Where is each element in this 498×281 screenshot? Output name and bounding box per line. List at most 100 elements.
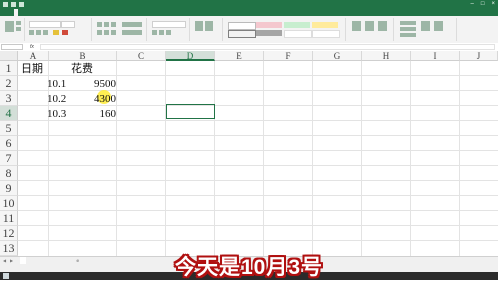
cell-b4[interactable]: 160 xyxy=(62,107,117,122)
row-header-9[interactable]: 9 xyxy=(0,181,18,196)
save-icon[interactable] xyxy=(3,2,8,7)
title-bar: – □ × xyxy=(0,0,498,9)
sort-filter-icon[interactable] xyxy=(421,21,430,31)
currency-icon[interactable] xyxy=(152,30,157,35)
gridline xyxy=(18,195,498,196)
column-header-f[interactable]: F xyxy=(264,51,313,61)
conditional-formatting-icon[interactable] xyxy=(195,21,203,31)
font-group xyxy=(27,18,92,41)
column-header-h[interactable]: H xyxy=(362,51,411,61)
alignment-group xyxy=(94,18,147,41)
cell-a1[interactable]: 日期 xyxy=(21,62,43,77)
row-header-5[interactable]: 5 xyxy=(0,121,18,136)
copy-icon[interactable] xyxy=(16,27,21,31)
editing-group xyxy=(396,18,457,41)
gridline xyxy=(18,240,498,241)
style-calculation[interactable] xyxy=(228,30,256,38)
style-good[interactable] xyxy=(284,22,310,28)
comma-icon[interactable] xyxy=(166,30,171,35)
style-explanatory[interactable] xyxy=(284,30,312,38)
paste-icon[interactable] xyxy=(5,21,14,32)
style-bad[interactable] xyxy=(256,22,282,28)
row-header-11[interactable]: 11 xyxy=(0,211,18,226)
column-header-d[interactable]: D xyxy=(166,51,215,61)
format-as-table-icon[interactable] xyxy=(205,21,213,31)
align-right-icon[interactable] xyxy=(111,30,116,35)
clear-icon[interactable] xyxy=(400,33,416,37)
cell-styles-group xyxy=(225,18,346,41)
row-header-12[interactable]: 12 xyxy=(0,226,18,241)
undo-icon[interactable] xyxy=(11,2,16,7)
video-caption: 今天是10月3号 xyxy=(174,256,324,279)
active-cell-d4[interactable] xyxy=(166,104,215,119)
format-cells-icon[interactable] xyxy=(378,21,387,31)
gridline xyxy=(18,225,498,226)
italic-icon[interactable] xyxy=(36,30,41,35)
row-header-1[interactable]: 1 xyxy=(0,61,18,76)
cut-icon[interactable] xyxy=(16,21,21,25)
ribbon-tab-home[interactable] xyxy=(14,9,18,16)
column-header-b[interactable]: B xyxy=(49,51,117,61)
row-header-13[interactable]: 13 xyxy=(0,241,18,256)
fill-icon[interactable] xyxy=(400,27,416,31)
wrap-text-button[interactable] xyxy=(122,22,142,27)
row-header-10[interactable]: 10 xyxy=(0,196,18,211)
clipboard-group xyxy=(2,18,25,41)
ribbon xyxy=(0,16,498,44)
formula-input[interactable] xyxy=(40,44,495,50)
redo-icon[interactable] xyxy=(19,2,24,7)
row-header-3[interactable]: 3 xyxy=(0,91,18,106)
column-header-g[interactable]: G xyxy=(313,51,362,61)
number-format-select[interactable] xyxy=(152,21,186,28)
column-header-e[interactable]: E xyxy=(215,51,264,61)
fx-icon[interactable]: fx xyxy=(30,43,34,51)
row-header-2[interactable]: 2 xyxy=(0,76,18,91)
maximize-button[interactable]: □ xyxy=(481,1,485,8)
align-bottom-icon[interactable] xyxy=(111,22,116,27)
bold-icon[interactable] xyxy=(29,30,34,35)
column-header-i[interactable]: I xyxy=(411,51,460,61)
fill-color-icon[interactable] xyxy=(53,30,59,35)
style-neutral[interactable] xyxy=(312,22,338,28)
cell-b3[interactable]: 4300 xyxy=(62,92,116,107)
font-name-select[interactable] xyxy=(29,21,61,28)
cell-b2[interactable]: 9500 xyxy=(62,77,116,92)
row-header-4[interactable]: 4 xyxy=(0,106,18,121)
underline-icon[interactable] xyxy=(43,30,48,35)
name-box[interactable] xyxy=(1,44,23,50)
column-header-j[interactable]: J xyxy=(460,51,498,61)
font-size-select[interactable] xyxy=(61,21,75,28)
cell-b1[interactable]: 花费 xyxy=(71,62,93,77)
gridline xyxy=(18,150,498,151)
find-select-icon[interactable] xyxy=(434,21,443,31)
align-center-icon[interactable] xyxy=(104,30,109,35)
style-normal[interactable] xyxy=(228,22,256,30)
autosum-icon[interactable] xyxy=(400,21,416,25)
gridline xyxy=(18,135,498,136)
minimize-button[interactable]: – xyxy=(471,1,474,8)
gridline xyxy=(18,210,498,211)
style-input[interactable] xyxy=(312,30,340,38)
styles-group xyxy=(192,18,223,41)
row-header-7[interactable]: 7 xyxy=(0,151,18,166)
gridline xyxy=(18,180,498,181)
column-header-a[interactable]: A xyxy=(18,51,49,61)
column-header-c[interactable]: C xyxy=(117,51,166,61)
ribbon-tab-bar xyxy=(0,9,498,16)
style-check-cell[interactable] xyxy=(256,30,282,36)
select-all-corner[interactable] xyxy=(0,51,18,61)
insert-cells-icon[interactable] xyxy=(352,21,361,31)
align-middle-icon[interactable] xyxy=(104,22,109,27)
row-header-6[interactable]: 6 xyxy=(0,136,18,151)
align-left-icon[interactable] xyxy=(97,30,102,35)
percent-icon[interactable] xyxy=(159,30,164,35)
align-top-icon[interactable] xyxy=(97,22,102,27)
row-header-8[interactable]: 8 xyxy=(0,166,18,181)
delete-cells-icon[interactable] xyxy=(365,21,374,31)
merge-center-button[interactable] xyxy=(122,30,142,35)
close-button[interactable]: × xyxy=(491,1,495,8)
gridline xyxy=(18,165,498,166)
window-controls: – □ × xyxy=(471,1,495,8)
number-group xyxy=(149,18,190,41)
font-color-icon[interactable] xyxy=(62,30,68,35)
